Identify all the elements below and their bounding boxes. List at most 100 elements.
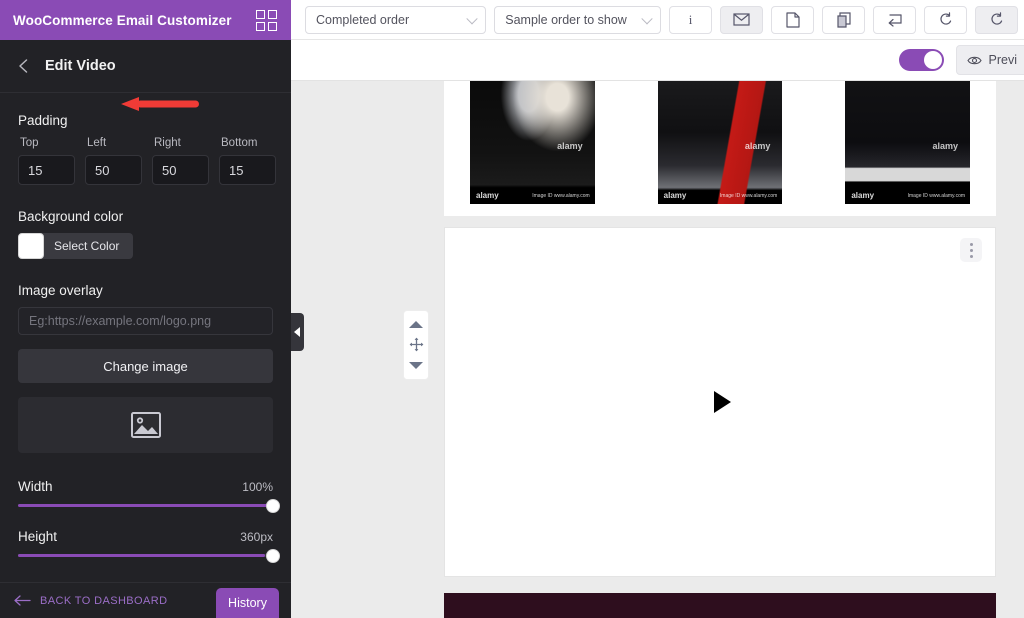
image-row: alamy alamy Image ID www.alamy.com alamy… — [444, 81, 996, 216]
chevron-down-icon — [641, 12, 653, 24]
padding-caption-bottom: Bottom — [221, 137, 258, 149]
history-button[interactable]: History — [216, 588, 279, 618]
padding-caption-left: Left — [87, 137, 107, 149]
width-slider-block: Width 100% — [18, 479, 280, 513]
more-vertical-icon[interactable] — [960, 238, 982, 262]
arrow-left-icon — [14, 595, 31, 606]
height-slider-block: Height 360px — [18, 529, 280, 563]
watermark: alamy — [557, 140, 583, 151]
undo-arrow-icon — [887, 13, 903, 27]
watermark-note: Image ID www.alamy.com — [719, 192, 778, 199]
grid-cell — [256, 9, 265, 19]
preview-bar: Previ — [291, 40, 1024, 81]
info-button[interactable]: i — [669, 5, 712, 34]
preview-label: Previ — [988, 53, 1017, 67]
padding-field-right: Right — [152, 137, 209, 185]
email-footer-bar — [444, 593, 996, 618]
color-swatch[interactable] — [18, 233, 44, 259]
app-title: WooCommerce Email Customizer — [13, 12, 232, 28]
grid-icon[interactable] — [256, 9, 277, 31]
sample-order-value: Sample order to show — [505, 12, 627, 27]
padding-input-top[interactable] — [18, 155, 75, 185]
width-slider-knob[interactable] — [266, 498, 280, 513]
chevron-down-icon — [466, 12, 478, 24]
duplicate-button[interactable] — [822, 5, 865, 34]
back-to-dashboard-link[interactable]: BACK TO DASHBOARD — [14, 595, 167, 607]
email-canvas: alamy alamy Image ID www.alamy.com alamy… — [291, 81, 1024, 618]
padding-field-bottom: Bottom — [219, 137, 276, 185]
copy-icon — [836, 11, 851, 28]
send-test-email-button[interactable] — [720, 5, 763, 34]
select-color-button[interactable]: Select Color — [18, 233, 133, 259]
image-placeholder-icon — [130, 412, 161, 438]
watermark-note: Image ID www.alamy.com — [907, 192, 966, 199]
document-icon — [785, 11, 800, 28]
undo-button[interactable] — [873, 5, 916, 34]
eye-icon — [966, 55, 982, 66]
order-status-select[interactable]: Completed order — [305, 5, 487, 34]
panel-footer: BACK TO DASHBOARD History — [0, 582, 291, 618]
app-root: WooCommerce Email Customizer Edit Video — [0, 0, 1024, 618]
stock-photo-3[interactable]: alamy alamy Image ID www.alamy.com — [845, 81, 971, 204]
change-image-button[interactable]: Change image — [18, 349, 273, 383]
stock-photo-2[interactable]: alamy alamy Image ID www.alamy.com — [657, 81, 783, 204]
block-tools — [403, 310, 429, 380]
video-block[interactable] — [444, 227, 996, 577]
padding-caption-top: Top — [20, 137, 39, 149]
email-body: alamy alamy Image ID www.alamy.com alamy… — [444, 81, 996, 216]
dot — [969, 254, 973, 258]
padding-label: Padding — [18, 113, 68, 128]
panel-header: Edit Video — [0, 40, 291, 111]
width-value: 100% — [242, 480, 273, 494]
play-triangle-icon[interactable] — [713, 391, 731, 413]
envelope-icon — [733, 13, 750, 26]
height-slider-header: Height 360px — [18, 529, 273, 544]
image-overlay-label: Image overlay — [18, 283, 103, 298]
preview-mode-toggle[interactable] — [898, 49, 944, 71]
reload-button[interactable] — [975, 5, 1018, 34]
triangle-up-icon[interactable] — [409, 320, 423, 328]
width-slider-track[interactable] — [18, 498, 280, 513]
panel-body: Padding Top Left Right Bottom — [0, 93, 291, 582]
order-status-value: Completed order — [316, 12, 410, 27]
padding-field-top: Top — [18, 137, 75, 185]
stock-photo-1[interactable]: alamy alamy Image ID www.alamy.com — [470, 81, 595, 204]
preview-button[interactable]: Previ — [955, 45, 1024, 75]
select-color-label: Select Color — [54, 239, 120, 253]
image-overlay-input[interactable] — [18, 307, 273, 335]
arrow-left-icon[interactable] — [14, 56, 34, 76]
sample-order-select[interactable]: Sample order to show — [494, 5, 661, 34]
sidebar: WooCommerce Email Customizer Edit Video — [0, 0, 291, 618]
watermark-note: Image ID www.alamy.com — [532, 192, 590, 199]
watermark-corner: alamy — [663, 191, 687, 200]
width-slider-header: Width 100% — [18, 479, 273, 494]
padding-field-left: Left — [85, 137, 142, 185]
height-slider-track[interactable] — [18, 548, 280, 563]
padding-input-left[interactable] — [85, 155, 142, 185]
watermark-corner: alamy — [476, 191, 499, 200]
height-label: Height — [18, 529, 58, 544]
toolbar: Completed order Sample order to show i — [291, 0, 1024, 40]
brand-bar: WooCommerce Email Customizer — [0, 0, 291, 40]
dot — [969, 248, 973, 252]
sidebar-collapse-handle[interactable] — [291, 313, 304, 351]
reset-button[interactable] — [924, 5, 967, 34]
chevron-left-icon — [294, 327, 301, 337]
image-dropzone[interactable] — [18, 397, 273, 453]
dot — [969, 242, 973, 246]
padding-input-right[interactable] — [152, 155, 209, 185]
grid-cell — [268, 21, 277, 31]
triangle-down-icon[interactable] — [409, 362, 423, 370]
page-title: Edit Video — [45, 58, 116, 74]
height-slider-knob[interactable] — [266, 548, 280, 563]
watermark: alamy — [744, 140, 771, 151]
refresh-icon — [938, 12, 953, 27]
video-block-wrapper — [403, 227, 996, 577]
watermark: alamy — [932, 140, 959, 151]
grid-cell — [268, 9, 277, 19]
move-cross-icon[interactable] — [409, 337, 424, 352]
padding-input-bottom[interactable] — [219, 155, 276, 185]
height-value: 360px — [240, 530, 273, 544]
grid-cell — [256, 21, 265, 31]
new-template-button[interactable] — [771, 5, 814, 34]
